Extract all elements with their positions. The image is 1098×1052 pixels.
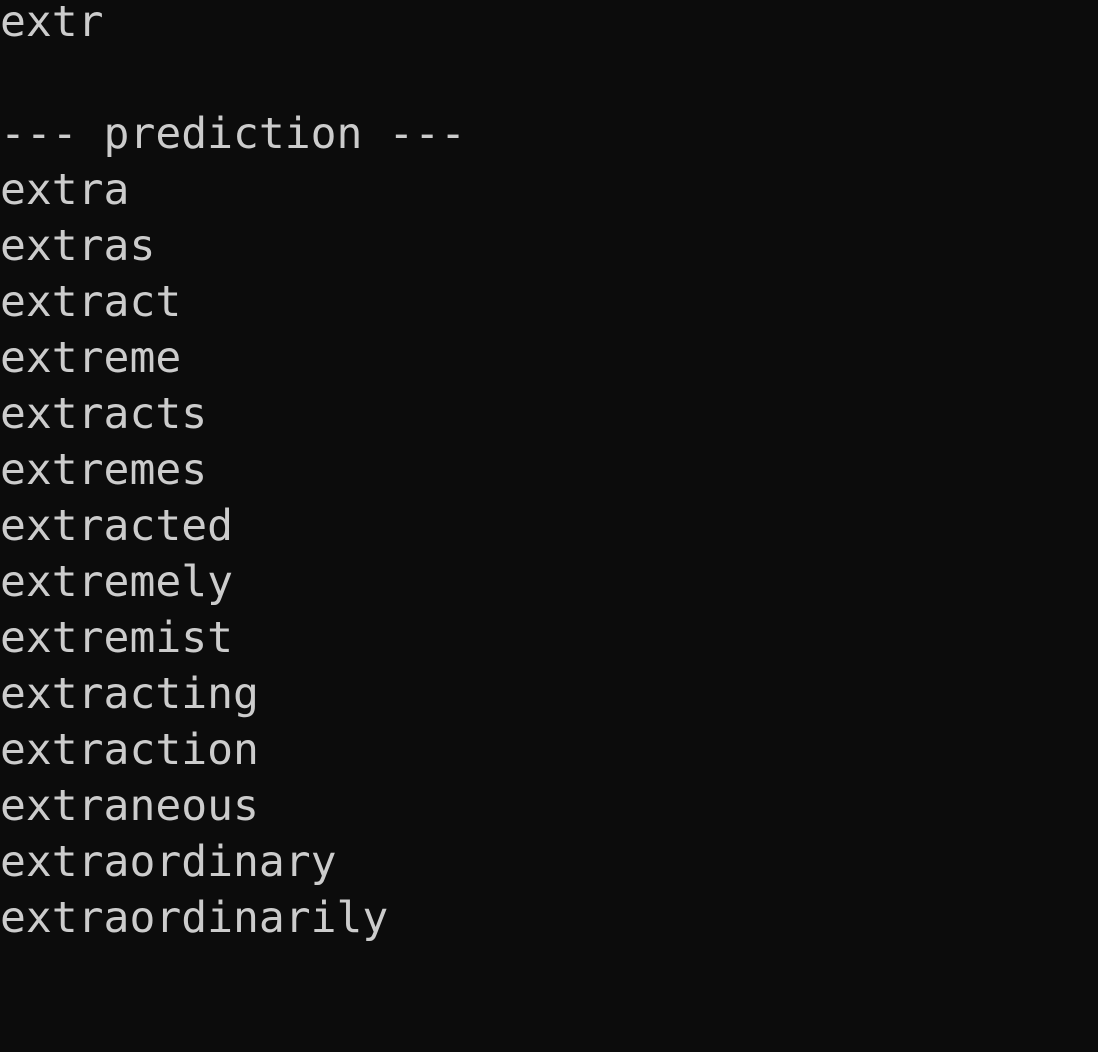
prediction-item: extracts <box>0 389 208 439</box>
prediction-item: extreme <box>0 333 182 383</box>
prediction-item: extraneous <box>0 781 259 831</box>
prediction-item: extremist <box>0 613 233 663</box>
input-line: extr <box>0 0 104 47</box>
prediction-item: extract <box>0 277 182 327</box>
prediction-item: extras <box>0 221 156 271</box>
prediction-list: extra extras extract extreme extracts ex… <box>0 162 1098 946</box>
prediction-item: extremely <box>0 557 233 607</box>
prediction-item: extra <box>0 165 130 215</box>
prediction-item: extremes <box>0 445 208 495</box>
prediction-item: extraordinary <box>0 837 337 887</box>
prediction-item: extracting <box>0 669 259 719</box>
prediction-item: extracted <box>0 501 233 551</box>
prediction-item: extraordinarily <box>0 893 389 943</box>
prediction-separator: --- prediction --- <box>0 109 466 159</box>
terminal-window[interactable]: extr --- prediction --- extra extras ext… <box>0 0 1098 1046</box>
prediction-item: extraction <box>0 725 259 775</box>
